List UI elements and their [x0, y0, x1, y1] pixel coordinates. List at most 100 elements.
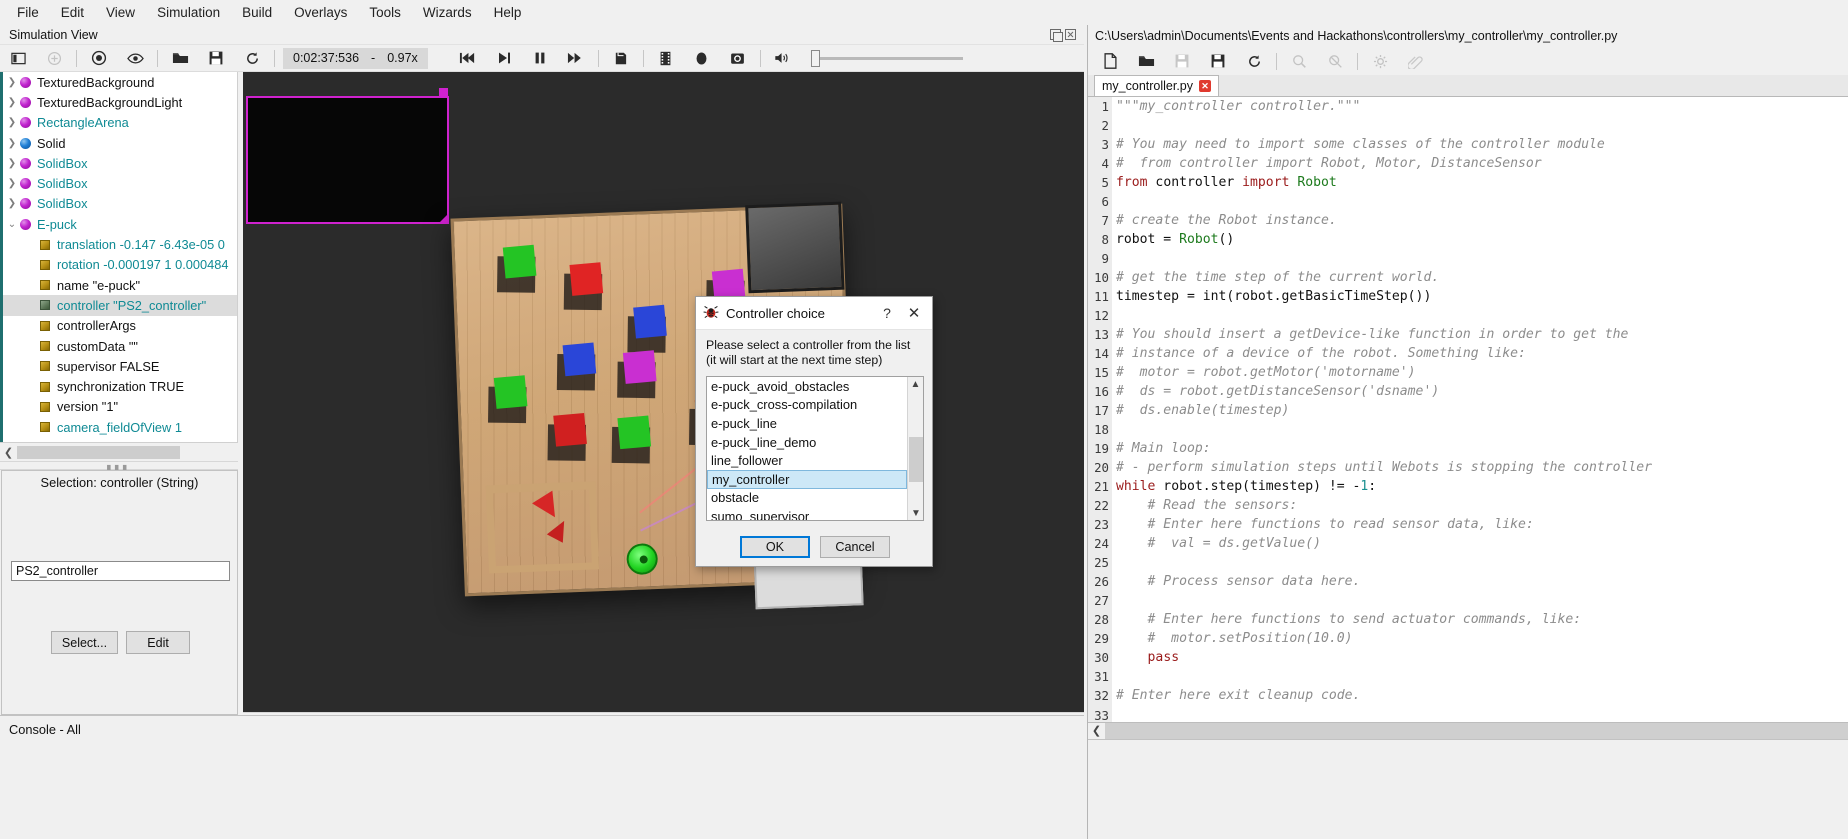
camera-overlay-close-icon[interactable]: [439, 88, 448, 97]
code-line[interactable]: 12: [1088, 306, 1848, 326]
menu-item-simulation[interactable]: Simulation: [146, 2, 231, 23]
close-icon[interactable]: [1065, 29, 1076, 40]
eye-icon[interactable]: [117, 45, 153, 71]
scene-tree-node[interactable]: version "1": [0, 397, 237, 417]
code-editor[interactable]: 1 """my_controller controller.""" 2 3 # You …: [1088, 97, 1848, 722]
camera-overlay[interactable]: [246, 88, 449, 224]
help-icon[interactable]: ?: [878, 305, 896, 321]
code-line[interactable]: 1 """my_controller controller.""": [1088, 97, 1848, 117]
hscrollbar-thumb[interactable]: [17, 445, 180, 459]
panel-splitter[interactable]: ▖▖▖: [0, 460, 238, 470]
3d-viewport[interactable]: [243, 72, 1084, 712]
controller-list[interactable]: e-puck_avoid_obstacles e-puck_cross-compi…: [706, 376, 924, 521]
close-tab-icon[interactable]: ✕: [1199, 80, 1212, 92]
restore-icon[interactable]: [1050, 29, 1063, 42]
save-all-icon[interactable]: [1200, 48, 1236, 74]
scene-tree-node[interactable]: controllerArgs: [0, 316, 237, 336]
code-line[interactable]: 23 # Enter here functions to read sensor…: [1088, 515, 1848, 535]
controller-list-item[interactable]: sumo_supervisor: [707, 507, 907, 520]
scene-tree-node[interactable]: ❯ TexturedBackground: [0, 72, 237, 92]
code-line[interactable]: 5 from controller import Robot: [1088, 173, 1848, 193]
controller-list-item[interactable]: e-puck_avoid_obstacles: [707, 377, 907, 396]
chevron-right-icon[interactable]: ❯: [4, 138, 20, 149]
chevron-right-icon[interactable]: ❯: [4, 158, 20, 169]
scene-tree-node[interactable]: ❯ TexturedBackgroundLight: [0, 92, 237, 112]
scroll-up-icon[interactable]: ▲: [908, 377, 923, 393]
code-line[interactable]: 27: [1088, 591, 1848, 611]
menu-item-view[interactable]: View: [95, 2, 146, 23]
chevron-right-icon[interactable]: ❯: [4, 77, 20, 88]
menu-item-build[interactable]: Build: [231, 2, 283, 23]
chevron-down-icon[interactable]: ⌄: [4, 219, 20, 230]
chevron-right-icon[interactable]: ❯: [4, 97, 20, 108]
camera-overlay-resize-handle[interactable]: [439, 214, 448, 223]
code-line[interactable]: 24 # val = ds.getValue(): [1088, 534, 1848, 554]
code-line[interactable]: 17 # ds.enable(timestep): [1088, 401, 1848, 421]
scene-tree-node[interactable]: customData "": [0, 336, 237, 356]
arena-block[interactable]: [488, 375, 530, 424]
editor-horizontal-scrollbar[interactable]: ❮: [1088, 722, 1848, 739]
chevron-right-icon[interactable]: ❯: [4, 178, 20, 189]
movie-icon[interactable]: [648, 45, 684, 71]
reload-world-icon[interactable]: [234, 45, 270, 71]
arena-block[interactable]: [617, 350, 659, 399]
open-file-icon[interactable]: [1128, 48, 1164, 74]
scene-tree[interactable]: ❯ TexturedBackground ❯ TexturedBackgroundLi…: [0, 72, 238, 442]
run-icon[interactable]: [603, 45, 639, 71]
menu-item-tools[interactable]: Tools: [358, 2, 412, 23]
arena-block[interactable]: [547, 412, 589, 461]
ok-button[interactable]: OK: [740, 536, 810, 558]
controller-list-item[interactable]: e-puck_line_demo: [707, 433, 907, 452]
arena-block[interactable]: [497, 244, 539, 293]
scene-tree-node[interactable]: ❯ SolidBox: [0, 173, 237, 193]
sound-icon[interactable]: [765, 45, 801, 71]
scene-tree-node[interactable]: ❯ SolidBox: [0, 153, 237, 173]
speed-slider[interactable]: [810, 45, 963, 71]
arena-block[interactable]: [563, 262, 605, 311]
code-line[interactable]: 8 robot = Robot(): [1088, 230, 1848, 250]
code-line[interactable]: 10 # get the time step of the current wor…: [1088, 268, 1848, 288]
scroll-left-icon[interactable]: ❮: [0, 446, 17, 459]
code-line[interactable]: 11 timestep = int(robot.getBasicTimeStep(…: [1088, 287, 1848, 307]
tab-my-controller-py[interactable]: my_controller.py ✕: [1094, 75, 1220, 96]
cancel-button[interactable]: Cancel: [820, 536, 890, 558]
code-line[interactable]: 31: [1088, 667, 1848, 687]
close-icon[interactable]: ✕: [903, 304, 925, 322]
code-line[interactable]: 29 # motor.setPosition(10.0): [1088, 629, 1848, 649]
scrollbar-thumb[interactable]: [909, 437, 923, 482]
menu-item-overlays[interactable]: Overlays: [283, 2, 358, 23]
code-line[interactable]: 33: [1088, 705, 1848, 722]
screenshot-icon[interactable]: [720, 45, 756, 71]
code-line[interactable]: 13 # You should insert a getDevice-like f…: [1088, 325, 1848, 345]
scene-tree-node[interactable]: translation -0.147 -6.43e-05 0: [0, 234, 237, 254]
menu-item-help[interactable]: Help: [483, 2, 533, 23]
code-line[interactable]: 21 while robot.step(timestep) != -1:: [1088, 477, 1848, 497]
menu-item-edit[interactable]: Edit: [50, 2, 95, 23]
rewind-icon[interactable]: [450, 45, 486, 71]
controller-value-input[interactable]: PS2_controller: [11, 561, 230, 581]
code-line[interactable]: 9: [1088, 249, 1848, 269]
code-line[interactable]: 2: [1088, 116, 1848, 136]
scroll-left-icon[interactable]: ❮: [1088, 723, 1105, 739]
controller-list-item[interactable]: line_follower: [707, 451, 907, 470]
controller-list-item[interactable]: obstacle: [707, 489, 907, 508]
scene-tree-node[interactable]: supervisor FALSE: [0, 356, 237, 376]
orbit-view-icon[interactable]: [81, 45, 117, 71]
scene-tree-node[interactable]: ❯ Solid: [0, 133, 237, 153]
sidebar-toggle-icon[interactable]: [0, 45, 36, 71]
code-line[interactable]: 32 # Enter here exit cleanup code.: [1088, 686, 1848, 706]
controller-list-item[interactable]: e-puck_line: [707, 414, 907, 433]
code-line[interactable]: 20 # - perform simulation steps until Web…: [1088, 458, 1848, 478]
chevron-right-icon[interactable]: ❯: [4, 198, 20, 209]
edit-button[interactable]: Edit: [126, 631, 191, 654]
scene-tree-node[interactable]: synchronization TRUE: [0, 376, 237, 396]
menu-item-wizards[interactable]: Wizards: [412, 2, 483, 23]
code-line[interactable]: 7 # create the Robot instance.: [1088, 211, 1848, 231]
code-line[interactable]: 19 # Main loop:: [1088, 439, 1848, 459]
chevron-right-icon[interactable]: ❯: [4, 117, 20, 128]
scene-tree-horizontal-scrollbar[interactable]: ❮: [0, 442, 238, 461]
arena-block[interactable]: [611, 415, 653, 464]
code-line[interactable]: 4 # from controller import Robot, Motor, …: [1088, 154, 1848, 174]
new-file-icon[interactable]: [1092, 48, 1128, 74]
open-world-icon[interactable]: [162, 45, 198, 71]
